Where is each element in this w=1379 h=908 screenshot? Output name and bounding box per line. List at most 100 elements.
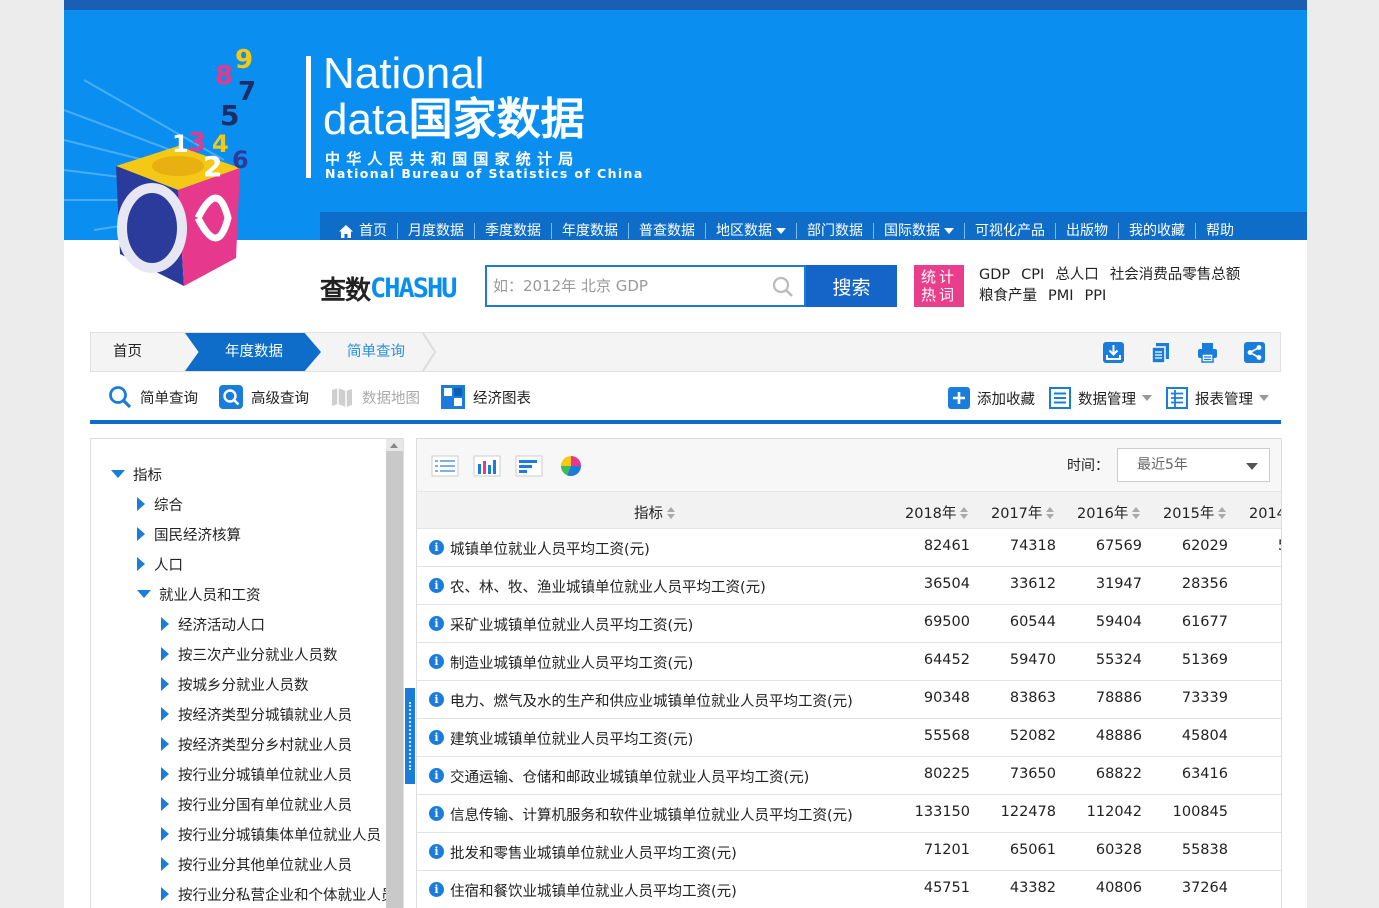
caret-right-icon[interactable] (161, 827, 169, 841)
table-row[interactable]: i 建筑业城镇单位就业人员平均工资(元) 55568 52082 48886 45804 (417, 719, 1281, 757)
data-map-button[interactable]: 数据地图 (330, 385, 420, 409)
table-row[interactable]: i 批发和零售业城镇单位就业人员平均工资(元) 71201 65061 60328 558… (417, 833, 1281, 871)
caret-right-icon[interactable] (161, 767, 169, 781)
caret-right-icon[interactable] (161, 677, 169, 691)
hot-word-link[interactable]: 社会消费品零售总额 (1110, 265, 1241, 286)
breadcrumb-home[interactable]: 首页 (113, 333, 142, 371)
sort-icon[interactable] (960, 506, 969, 519)
hot-word-link[interactable]: GDP (979, 265, 1010, 286)
table-row[interactable]: i 制造业城镇单位就业人员平均工资(元) 64452 59470 55324 51369 (417, 643, 1281, 681)
info-icon[interactable]: i (429, 578, 444, 593)
nav-item[interactable]: 地区数据 (706, 223, 797, 239)
info-icon[interactable]: i (429, 616, 444, 631)
hot-word-link[interactable]: PPI (1085, 286, 1107, 307)
tree-node[interactable]: 就业人员和工资 (137, 583, 261, 605)
table-row[interactable]: i 交通运输、仓储和邮政业城镇单位就业人员平均工资(元) 80225 73650 688… (417, 757, 1281, 795)
advanced-query-button[interactable]: 高级查询 (219, 385, 309, 409)
simple-query-button[interactable]: 简单查询 (108, 385, 198, 409)
print-icon[interactable] (1196, 341, 1219, 364)
caret-right-icon[interactable] (161, 857, 169, 871)
hot-word-link[interactable]: CPI (1021, 265, 1044, 286)
table-row[interactable]: i 住宿和餐饮业城镇单位就业人员平均工资(元) 45751 43382 40806 372… (417, 871, 1281, 908)
tree-node[interactable]: 按经济类型分城镇就业人员 (161, 703, 352, 725)
add-favorite-button[interactable]: 添加收藏 (948, 387, 1035, 409)
column-header[interactable]: 2018年 (905, 502, 969, 523)
info-icon[interactable]: i (429, 882, 444, 897)
data-manage-button[interactable]: 数据管理 (1049, 387, 1152, 409)
caret-right-icon[interactable] (161, 737, 169, 751)
info-icon[interactable]: i (429, 692, 444, 707)
tree-node[interactable]: 按行业分私营企业和个体就业人员 (161, 883, 396, 905)
tree-node[interactable]: 指标 (111, 463, 162, 485)
hot-word-link[interactable]: 粮食产量 (979, 286, 1037, 307)
caret-right-icon[interactable] (137, 527, 145, 541)
nav-item[interactable]: 可视化产品 (965, 223, 1056, 239)
search-input[interactable] (487, 267, 757, 305)
caret-right-icon[interactable] (137, 557, 145, 571)
tree-node[interactable]: 国民经济核算 (137, 523, 241, 545)
tree-node[interactable]: 人口 (137, 553, 183, 575)
info-icon[interactable]: i (429, 768, 444, 783)
tree-node[interactable]: 按城乡分就业人员数 (161, 673, 309, 695)
nav-item[interactable]: 帮助 (1196, 223, 1244, 239)
caret-right-icon[interactable] (161, 887, 169, 901)
info-icon[interactable]: i (429, 654, 444, 669)
search-icon[interactable] (772, 276, 794, 298)
table-row[interactable]: i 电力、燃气及水的生产和供应业城镇单位就业人员平均工资(元) 90348 83863… (417, 681, 1281, 719)
horizontal-bar-icon[interactable] (515, 453, 543, 479)
nav-item[interactable]: 季度数据 (475, 223, 552, 239)
nav-item[interactable]: 国际数据 (874, 223, 965, 239)
info-icon[interactable]: i (429, 540, 444, 555)
tree-node[interactable]: 按三次产业分就业人员数 (161, 643, 338, 665)
info-icon[interactable]: i (429, 730, 444, 745)
nav-item[interactable]: 年度数据 (552, 223, 629, 239)
column-header[interactable]: 2017年 (991, 502, 1055, 523)
tree-node[interactable]: 按行业分其他单位就业人员 (161, 853, 352, 875)
nav-item[interactable]: 月度数据 (398, 223, 475, 239)
hot-word-link[interactable]: PMI (1048, 286, 1074, 307)
sort-icon[interactable] (1132, 506, 1141, 519)
table-row[interactable]: i 城镇单位就业人员平均工资(元) 82461 74318 67569 62029 5636… (417, 529, 1281, 567)
table-view-icon[interactable] (431, 453, 459, 479)
info-icon[interactable]: i (429, 844, 444, 859)
tree-node[interactable]: 按行业分城镇集体单位就业人员 (161, 823, 381, 845)
economic-chart-button[interactable]: 经济图表 (441, 385, 531, 409)
share-icon[interactable] (1243, 341, 1266, 364)
column-header[interactable]: 2015年 (1163, 502, 1227, 523)
pie-chart-icon[interactable] (557, 453, 585, 479)
nav-item[interactable]: 部门数据 (797, 223, 874, 239)
tree-node[interactable]: 按行业分国有单位就业人员 (161, 793, 352, 815)
nav-item[interactable]: 普查数据 (629, 223, 706, 239)
info-icon[interactable]: i (429, 806, 444, 821)
caret-right-icon[interactable] (161, 797, 169, 811)
report-manage-button[interactable]: 报表管理 (1166, 387, 1269, 409)
column-header[interactable]: 指标 (634, 502, 675, 523)
caret-right-icon[interactable] (161, 647, 169, 661)
caret-down-icon[interactable] (111, 470, 125, 478)
tree-node[interactable]: 按经济类型分乡村就业人员 (161, 733, 352, 755)
tree-scrollbar-thumb[interactable] (386, 451, 403, 908)
copy-icon[interactable] (1149, 341, 1172, 364)
table-row[interactable]: i 农、林、牧、渔业城镇单位就业人员平均工资(元) 36504 33612 31947 2… (417, 567, 1281, 605)
tree-node[interactable]: 经济活动人口 (161, 613, 265, 635)
caret-right-icon[interactable] (161, 707, 169, 721)
column-header[interactable]: 2016年 (1077, 502, 1141, 523)
time-range-select[interactable]: 最近5年 (1117, 448, 1270, 482)
nav-item[interactable]: 出版物 (1056, 223, 1119, 239)
panel-collapse-handle[interactable] (405, 688, 415, 784)
caret-down-icon[interactable] (137, 590, 151, 598)
table-row[interactable]: i 信息传输、计算机服务和软件业城镇单位就业人员平均工资(元) 133150 1224… (417, 795, 1281, 833)
tree-node[interactable]: 综合 (137, 493, 183, 515)
scroll-up-icon[interactable] (390, 443, 398, 448)
nav-item[interactable]: 首页 (328, 223, 398, 239)
column-header[interactable]: 2014年 (1249, 502, 1281, 523)
sort-icon[interactable] (1046, 506, 1055, 519)
sort-icon[interactable] (667, 506, 675, 519)
caret-right-icon[interactable] (137, 497, 145, 511)
table-row[interactable]: i 采矿业城镇单位就业人员平均工资(元) 69500 60544 59404 61677 (417, 605, 1281, 643)
nav-item[interactable]: 我的收藏 (1119, 223, 1196, 239)
search-button[interactable]: 搜索 (806, 265, 897, 307)
tree-node[interactable]: 按行业分城镇单位就业人员 (161, 763, 352, 785)
tree-scrollbar[interactable] (386, 439, 403, 908)
hot-word-link[interactable]: 总人口 (1055, 265, 1099, 286)
